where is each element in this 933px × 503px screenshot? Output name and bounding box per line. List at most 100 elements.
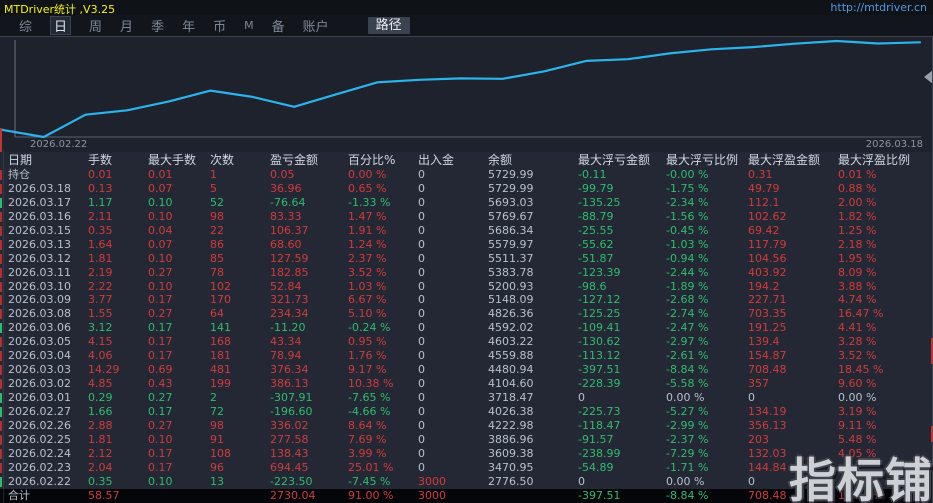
- cell: 3.12: [88, 321, 113, 335]
- table-row[interactable]: 2026.03.09 3.77 0.17 170 321.73 6.67 % 0 5148.0…: [0, 293, 933, 307]
- column-header: 最大手数: [148, 153, 197, 167]
- cell: 138.43: [270, 446, 309, 460]
- cell: 2026.03.12: [8, 251, 71, 265]
- column-header: 盈亏金额: [270, 153, 319, 167]
- table-row[interactable]: 2026.02.26 2.88 0.27 98 336.02 8.64 % 0 4222.98…: [0, 419, 933, 433]
- cell: 43.34: [270, 335, 302, 349]
- cell: 0.88 %: [838, 181, 877, 195]
- tab-周[interactable]: 周: [89, 16, 102, 35]
- cell: 4603.22: [488, 335, 534, 349]
- cell: 708.48: [748, 363, 787, 377]
- tab-季[interactable]: 季: [151, 16, 164, 35]
- cell: 0.05: [270, 168, 295, 181]
- cell: 182.85: [270, 265, 309, 279]
- cell: 106.37: [270, 223, 309, 237]
- cell: 0.01 %: [838, 168, 877, 181]
- cell: 2.18 %: [838, 237, 877, 251]
- cell: 0.17: [148, 404, 173, 418]
- cell: 0: [418, 335, 425, 349]
- tab-日[interactable]: 日: [50, 16, 72, 35]
- cell: 134.19: [748, 404, 787, 418]
- app-url-link[interactable]: http://mtdriver.cn: [830, 1, 927, 14]
- tab-M[interactable]: M: [244, 19, 254, 32]
- cell: 0: [418, 460, 425, 474]
- cell: -91.57: [578, 432, 614, 446]
- column-header: 次数: [210, 153, 235, 167]
- tab-综[interactable]: 综: [19, 16, 32, 35]
- table-row[interactable]: 2026.03.13 1.64 0.07 86 68.60 1.24 % 0 5579.97 -…: [0, 238, 933, 252]
- cell: -2.44 %: [666, 265, 709, 279]
- cell: -2.97 %: [666, 335, 709, 349]
- table-row[interactable]: 2026.03.17 1.17 0.10 52 -76.64 -1.33 % 0 5693.0…: [0, 196, 933, 210]
- cell: -130.62: [578, 335, 621, 349]
- column-header: 最大浮亏比例: [666, 153, 739, 167]
- table-row[interactable]: 2026.02.27 1.66 0.17 72 -196.60 -4.66 % 0 4026.…: [0, 405, 933, 419]
- cell: 4026.38: [488, 404, 534, 418]
- tab-月[interactable]: 月: [120, 16, 133, 35]
- table-row[interactable]: 2026.03.18 0.13 0.07 5 36.96 0.65 % 0 5729.99 -9…: [0, 182, 933, 196]
- row-sign-marker: [0, 295, 2, 306]
- cell: -1.75 %: [666, 181, 709, 195]
- cell: 0: [578, 391, 585, 404]
- cell: 0.10: [148, 195, 173, 209]
- tab-币[interactable]: 币: [213, 16, 226, 35]
- cell: 2026.03.02: [8, 377, 71, 391]
- cell: 合计: [8, 488, 30, 502]
- chart-start-date-label: 2026.02.22: [30, 139, 88, 150]
- cell: -2.47 %: [666, 321, 709, 335]
- cell: 2.37 %: [348, 251, 387, 265]
- tab-年[interactable]: 年: [182, 16, 195, 35]
- tab-备[interactable]: 备: [272, 16, 285, 35]
- table-row[interactable]: 2026.03.02 4.85 0.43 199 386.13 10.38 % 0 4104.…: [0, 377, 933, 391]
- cell: 1.95 %: [838, 251, 877, 265]
- cell: 58.57: [88, 488, 120, 502]
- table-row[interactable]: 2026.03.04 4.06 0.17 181 78.94 1.76 % 0 4559.88…: [0, 349, 933, 363]
- table-row[interactable]: 持仓 0.01 0.01 1 0.05 0.00 % 0 5729.99 -0.11 -0.00 …: [0, 168, 933, 182]
- table-row[interactable]: 2026.03.15 0.35 0.04 22 106.37 1.91 % 0 5686.34…: [0, 224, 933, 238]
- cell: 1.66: [88, 404, 113, 418]
- cell: 0.43: [148, 377, 173, 391]
- cell: 2026.03.08: [8, 307, 71, 321]
- row-sign-marker: [0, 351, 2, 362]
- table-row[interactable]: 2026.03.06 3.12 0.17 141 -11.20 -0.24 % 0 4592.…: [0, 321, 933, 335]
- table-row[interactable]: 2026.03.08 1.55 0.27 64 234.34 5.10 % 0 4826.36…: [0, 307, 933, 321]
- cell: 5148.09: [488, 293, 534, 307]
- table-row[interactable]: 2026.03.10 2.22 0.10 102 52.84 1.03 % 0 5200.93…: [0, 280, 933, 294]
- cell: 2026.02.26: [8, 418, 71, 432]
- cell: 139.4: [748, 335, 780, 349]
- row-sign-marker: [0, 225, 2, 236]
- cell: 386.13: [270, 377, 309, 391]
- cell: -1.89 %: [666, 279, 709, 293]
- cell: 98: [210, 418, 224, 432]
- table-row[interactable]: 2026.03.01 0.29 0.27 2 -307.91 -7.65 % 0 3718.4…: [0, 391, 933, 405]
- cell: 0: [418, 181, 425, 195]
- cell: 4.74 %: [838, 293, 877, 307]
- row-sign-marker: [0, 393, 2, 403]
- cell: 104.56: [748, 251, 787, 265]
- cell: 69.42: [748, 223, 780, 237]
- cell: 4480.94: [488, 363, 534, 377]
- cell: 4.41 %: [838, 321, 877, 335]
- cell: 2026.03.17: [8, 195, 71, 209]
- cell: 0: [748, 391, 755, 404]
- table-row[interactable]: 2026.03.11 2.19 0.27 78 182.85 3.52 % 0 5383.78…: [0, 266, 933, 280]
- cell: 0.17: [148, 321, 173, 335]
- tab-账户[interactable]: 账户: [303, 16, 329, 35]
- table-row[interactable]: 2026.03.12 1.81 0.10 85 127.59 2.37 % 0 5511.37…: [0, 252, 933, 266]
- table-row[interactable]: 2026.03.16 2.11 0.10 98 83.33 1.47 % 0 5769.67 -…: [0, 210, 933, 224]
- cell: 10.38 %: [348, 377, 394, 391]
- row-sign-marker: [0, 281, 2, 292]
- table-row[interactable]: 2026.03.03 14.29 0.69 481 376.34 9.17 % 0 4480.…: [0, 363, 933, 377]
- cell: 2.00 %: [838, 195, 877, 209]
- cell: -0.24 %: [348, 321, 391, 335]
- table-header-row: 日期 手数 最大手数 次数 盈亏金额 百分比% 出入金 余额 最大浮亏金额 最大浮亏比例 最大浮盈金…: [0, 152, 933, 168]
- cell: 2026.03.11: [8, 265, 71, 279]
- column-header: 出入金: [418, 153, 455, 167]
- cell: 0: [418, 223, 425, 237]
- cell: 2026.03.10: [8, 279, 71, 293]
- table-row[interactable]: 2026.03.05 4.15 0.17 168 43.34 0.95 % 0 4603.22…: [0, 335, 933, 349]
- cell: 3.52 %: [348, 265, 387, 279]
- path-button[interactable]: 路径: [367, 17, 410, 34]
- cell: 0: [418, 363, 425, 377]
- cell: -5.58 %: [666, 377, 709, 391]
